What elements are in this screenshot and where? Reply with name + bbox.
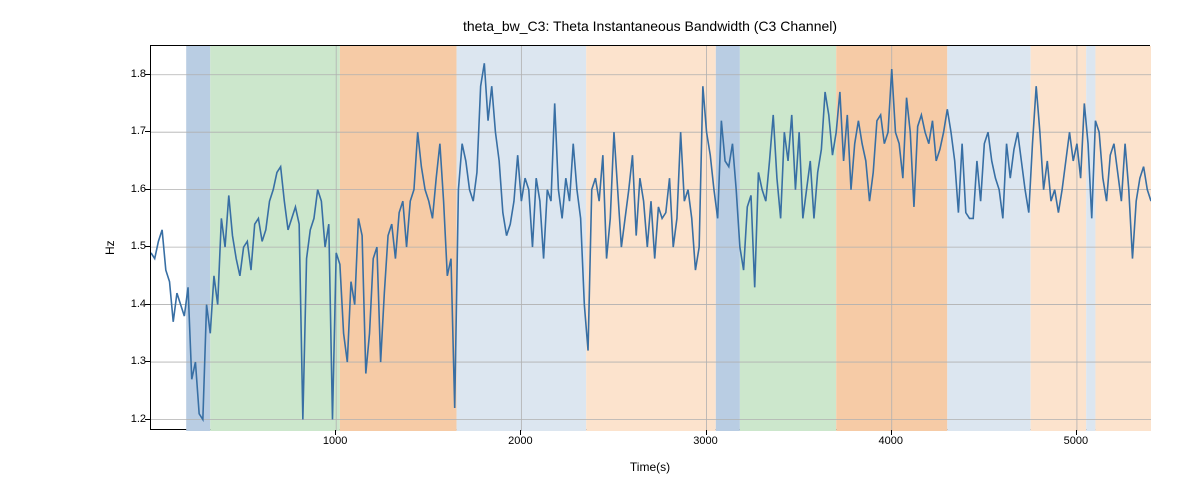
x-tick-mark [706,430,707,435]
y-tick-label: 1.7 [131,125,146,137]
y-axis-label: Hz [103,235,117,255]
y-tick-mark [145,131,150,132]
y-tick-label: 1.6 [131,183,146,195]
x-tick-mark [335,430,336,435]
y-tick-label: 1.5 [131,240,146,252]
y-tick-label: 1.2 [131,413,146,425]
x-tick-label: 4000 [878,435,902,447]
y-tick-mark [145,246,150,247]
x-tick-label: 3000 [693,435,717,447]
x-tick-label: 5000 [1064,435,1088,447]
x-tick-mark [891,430,892,435]
y-tick-mark [145,189,150,190]
chart-container [150,45,1150,430]
y-tick-label: 1.8 [131,68,146,80]
background-region [740,46,836,431]
x-tick-label: 1000 [323,435,347,447]
y-tick-mark [145,361,150,362]
y-tick-mark [145,304,150,305]
background-region [716,46,740,431]
background-region [210,46,340,431]
background-region [1086,46,1095,431]
y-tick-mark [145,74,150,75]
background-region [947,46,1030,431]
y-tick-label: 1.3 [131,355,146,367]
x-tick-mark [520,430,521,435]
background-region [1031,46,1087,431]
x-axis-label: Time(s) [150,460,1150,474]
x-tick-label: 2000 [508,435,532,447]
chart-svg [151,46,1151,431]
chart-title: theta_bw_C3: Theta Instantaneous Bandwid… [150,18,1150,34]
y-tick-mark [145,419,150,420]
y-tick-label: 1.4 [131,298,146,310]
background-region [1095,46,1151,431]
chart-plot-area [150,45,1150,430]
x-tick-mark [1076,430,1077,435]
background-region [186,46,210,431]
